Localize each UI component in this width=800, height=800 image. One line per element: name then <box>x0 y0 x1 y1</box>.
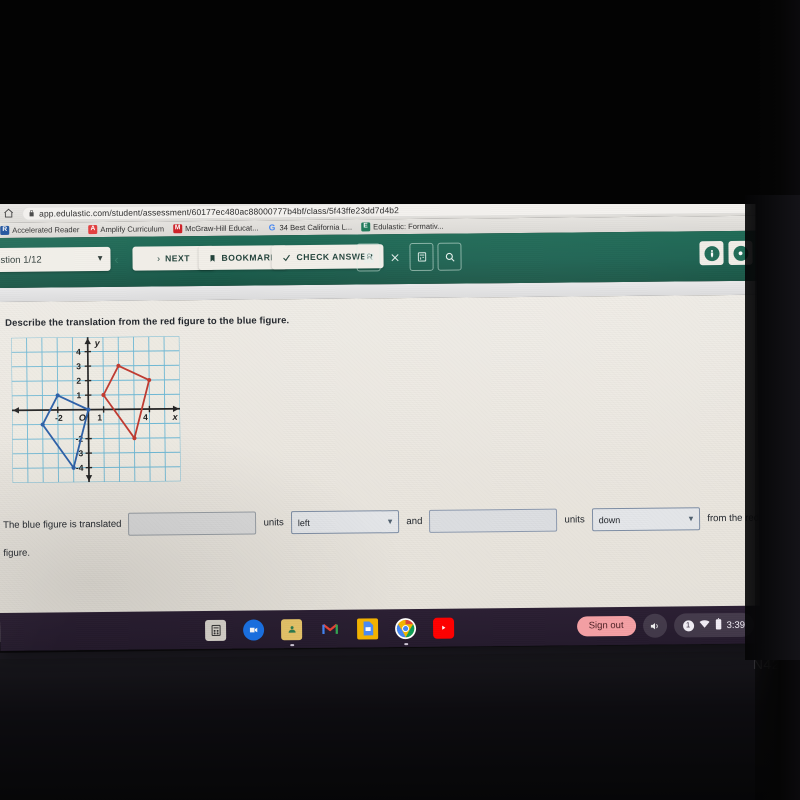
coordinate-graph: 1 4 -2 1 2 3 4 -2 -3 -4 y x O <box>11 336 181 483</box>
app-running-indicator <box>289 643 294 646</box>
direction-dropdown-1-value: left <box>297 517 310 528</box>
chevron-right-icon: › <box>157 252 161 263</box>
chevron-down-icon: ▾ <box>387 516 393 527</box>
system-tray[interactable]: 1 3:39 <box>673 612 755 638</box>
question-selector-label: Question 1/12 <box>0 254 42 266</box>
mcgraw-hill-favicon: M <box>173 224 183 234</box>
direction-dropdown-1[interactable]: left ▾ <box>290 510 400 535</box>
units-label-1: units <box>263 517 284 529</box>
bookmark-label: McGraw-Hill Educat... <box>185 223 259 234</box>
clock-time: 3:39 <box>726 619 746 631</box>
shelf-app-list <box>204 617 455 646</box>
edulastic-favicon: E <box>361 222 371 232</box>
chevron-down-icon: ▾ <box>688 513 694 524</box>
google-classroom-app-icon[interactable] <box>280 618 303 646</box>
question-selector-dropdown[interactable]: Question 1/12 ▾ <box>0 246 111 273</box>
answer-lead-text: The blue figure is translated <box>3 518 122 531</box>
calculator-app-icon[interactable] <box>204 619 227 641</box>
question-body: Describe the translation from the red fi… <box>0 294 761 642</box>
bookmark-item[interactable]: G 34 Best California L... <box>267 222 353 233</box>
bookmark-label: Accelerated Reader <box>12 225 80 235</box>
google-slides-app-icon[interactable] <box>356 617 379 640</box>
bookmark-item[interactable]: E Edulastic: Formativ... <box>361 222 443 232</box>
search-icon[interactable] <box>437 242 462 271</box>
check-icon <box>281 253 291 262</box>
svg-text:3: 3 <box>76 361 81 371</box>
chromeos-shelf: Sign out 1 3:39 <box>0 605 761 651</box>
chrome-app-icon[interactable] <box>394 617 417 645</box>
grid-icon[interactable] <box>356 243 381 272</box>
gmail-app-icon[interactable] <box>319 618 340 639</box>
help-button[interactable] <box>699 241 724 266</box>
youtube-app-icon[interactable] <box>432 617 455 639</box>
direction-dropdown-2-value: down <box>598 514 621 525</box>
lock-icon <box>28 209 35 217</box>
volume-icon[interactable] <box>642 613 667 638</box>
bookmark-label: Amplify Curriculum <box>100 224 165 234</box>
conjunction-text: and <box>406 515 423 528</box>
answer-trail-text-2: figure. <box>3 547 31 559</box>
bookmark-label: 34 Best California L... <box>279 222 353 233</box>
calculator-icon[interactable] <box>409 242 434 272</box>
translation-units-input-2[interactable] <box>429 508 558 533</box>
amplify-favicon: A <box>88 225 98 235</box>
laptop-base <box>0 650 800 800</box>
assessment-toolbar: Question 1/12 ▾ ‹ › NEXT BOOKMARK CHECK … <box>0 230 757 288</box>
previous-question-button[interactable]: ‹ <box>102 247 130 271</box>
svg-text:4: 4 <box>76 347 81 357</box>
wifi-icon <box>699 619 710 631</box>
svg-text:2: 2 <box>76 376 81 386</box>
bookmark-item[interactable]: R Accelerated Reader <box>0 225 79 235</box>
notification-badge: 1 <box>682 619 694 631</box>
svg-text:1: 1 <box>76 390 81 400</box>
photo-dark-top <box>0 0 800 204</box>
laptop-screen: app.edulastic.com/student/assessment/601… <box>0 196 761 651</box>
help-icon <box>703 245 720 261</box>
bookmark-item[interactable]: A Amplify Curriculum <box>88 224 165 235</box>
photo-of-laptop-screen: N42 app.edulastic.com/student/assessment… <box>0 0 800 800</box>
svg-text:y: y <box>94 338 101 348</box>
next-button-label: NEXT <box>165 253 191 264</box>
translation-units-input-1[interactable] <box>128 511 257 536</box>
ar-favicon: R <box>0 225 10 235</box>
sign-out-button[interactable]: Sign out <box>576 616 636 637</box>
app-running-indicator <box>403 642 408 645</box>
direction-dropdown-2[interactable]: down ▾ <box>591 507 701 532</box>
svg-text:x: x <box>171 412 178 422</box>
shelf-status-area: Sign out 1 3:39 <box>576 612 755 639</box>
photo-dark-right <box>745 195 800 660</box>
google-meet-app-icon[interactable] <box>242 618 265 641</box>
svg-text:1: 1 <box>97 412 102 422</box>
chevron-left-icon: ‹ <box>114 251 119 267</box>
battery-icon <box>715 617 722 633</box>
bookmark-icon <box>208 253 216 262</box>
home-icon[interactable] <box>0 205 16 221</box>
svg-text:-2: -2 <box>55 413 63 423</box>
answer-sentence-row: The blue figure is translated units left… <box>3 507 759 537</box>
bookmark-button-label: BOOKMARK <box>221 252 278 263</box>
svg-text:-4: -4 <box>76 463 84 473</box>
question-prompt: Describe the translation from the red fi… <box>5 315 290 329</box>
bookmark-item[interactable]: M McGraw-Hill Educat... <box>173 223 259 234</box>
svg-text:4: 4 <box>143 412 148 422</box>
url-text: app.edulastic.com/student/assessment/601… <box>39 204 399 219</box>
bookmark-label: Edulastic: Formativ... <box>373 221 444 232</box>
units-label-2: units <box>564 514 585 526</box>
google-favicon: G <box>268 222 276 233</box>
close-icon[interactable] <box>382 243 406 271</box>
